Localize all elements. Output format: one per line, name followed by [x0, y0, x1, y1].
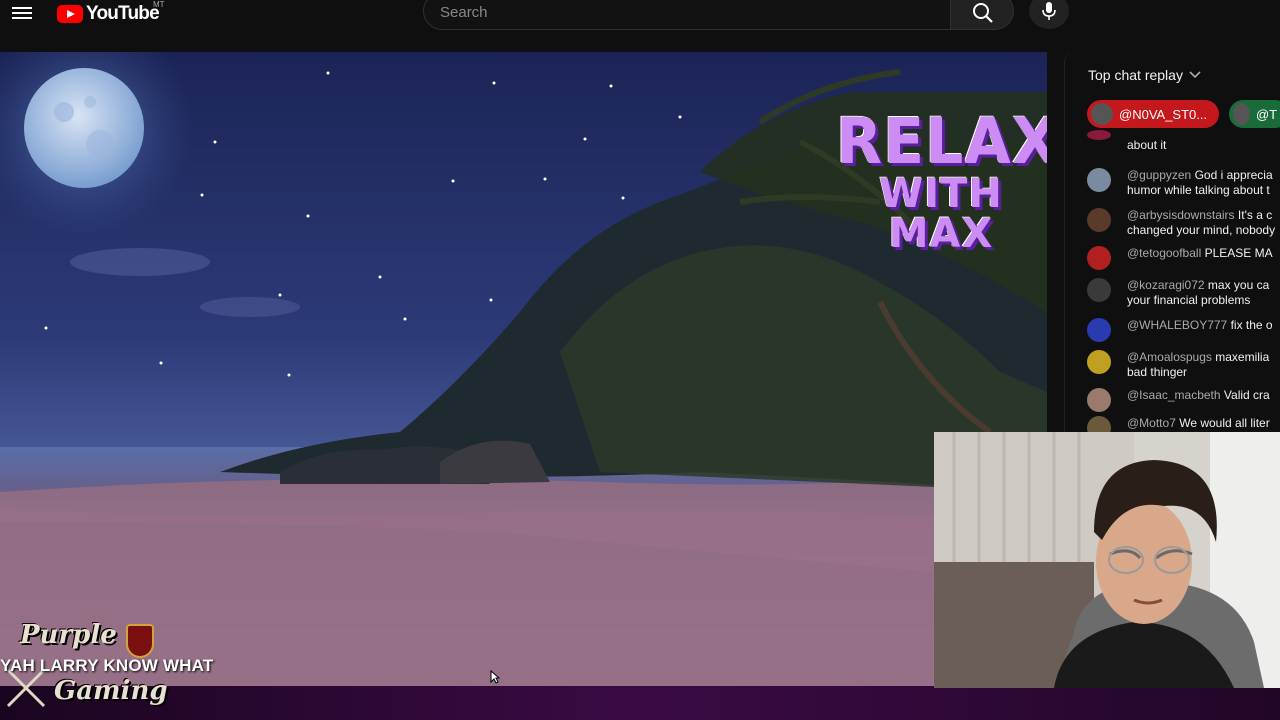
video-player[interactable]: RELAX WITH MAX — [0, 52, 1047, 686]
relax-with-max-overlay: RELAX WITH MAX — [836, 105, 1047, 257]
chat-message-body: @kozaragi072 max you ca your financial pr… — [1127, 278, 1280, 308]
chat-mode-label: Top chat replay — [1088, 67, 1183, 83]
chat-author[interactable]: @tetogoofball — [1127, 246, 1201, 260]
logo-text: YouTube — [86, 3, 160, 24]
chat-message-body: @tetogoofball PLEASE MA — [1127, 246, 1280, 261]
chat-author[interactable]: @Amoalospugs — [1127, 350, 1212, 364]
pinned-chip-name: @T — [1255, 106, 1278, 122]
avatar[interactable] — [1087, 388, 1111, 412]
avatar[interactable] — [1087, 278, 1111, 302]
chat-text: PLEASE MA — [1204, 246, 1273, 260]
avatar[interactable] — [1087, 168, 1111, 192]
search-input[interactable] — [440, 1, 920, 23]
chat-text: fix the o — [1230, 318, 1273, 332]
chat-message-body: about it — [1127, 138, 1280, 153]
chat-message-body: @Amoalospugs maxemilia bad thinger — [1127, 350, 1280, 380]
chat-text: It's a c — [1237, 208, 1273, 222]
chat-author[interactable]: @Motto7 — [1127, 416, 1176, 430]
avatar[interactable] — [1087, 208, 1111, 232]
chat-message-body: @arbysisdownstairs It's a c changed your … — [1127, 208, 1280, 238]
chat-message-body: @guppyzen God i apprecia humor while talk… — [1127, 168, 1280, 198]
chat-text-continued: humor while talking about t — [1127, 183, 1270, 197]
avatar[interactable] — [1087, 350, 1111, 374]
pinned-donation-chips: @N0VA_ST0... @T — [1087, 100, 1280, 128]
bottom-purple-strip — [0, 686, 1280, 720]
youtube-logo[interactable]: YouTube — [57, 2, 160, 26]
flame-shield-icon — [126, 624, 154, 658]
hamburger-menu-icon[interactable] — [12, 4, 32, 22]
mouse-cursor-icon — [490, 670, 500, 684]
chat-message-body: @Isaac_macbeth Valid cra — [1127, 388, 1280, 403]
watermark-line-1: Purple — [20, 620, 117, 650]
chat-author[interactable]: @WHALEBOY777 — [1127, 318, 1227, 332]
chat-message-body: @WHALEBOY777 fix the o — [1127, 318, 1280, 333]
video-caption: YAH LARRY KNOW WHAT — [0, 656, 214, 675]
chat-author[interactable]: @kozaragi072 — [1127, 278, 1205, 292]
chat-author[interactable]: @arbysisdownstairs — [1127, 208, 1235, 222]
watermark-line-2: Gaming — [54, 676, 168, 706]
chat-text-continued: your financial problems — [1127, 293, 1251, 307]
pinned-chip[interactable]: @N0VA_ST0... — [1087, 100, 1220, 128]
pinned-chip-name: @N0VA_ST0... — [1119, 106, 1208, 122]
chat-text: We would all liter — [1179, 416, 1270, 430]
search-button[interactable] — [950, 0, 1014, 30]
youtube-watch-page: YouTube MT Search RELAX WITH MAX Top cha… — [0, 0, 1280, 720]
chat-text: max you ca — [1207, 278, 1270, 292]
chat-author[interactable]: @Isaac_macbeth — [1127, 388, 1221, 402]
youtube-play-icon — [57, 5, 83, 23]
microphone-icon — [1042, 2, 1056, 20]
chat-text: Valid cra — [1223, 388, 1270, 402]
avatar[interactable] — [1087, 130, 1111, 140]
live-chat-replay: Top chat replay @N0VA_ST0... @T about it @… — [1064, 52, 1280, 434]
chat-text: God i apprecia — [1194, 168, 1273, 182]
voice-search-button[interactable] — [1029, 0, 1069, 29]
chat-message-body: @Motto7 We would all liter — [1127, 416, 1280, 431]
streamer-webcam — [934, 432, 1280, 688]
chat-text-continued: changed your mind, nobody — [1127, 223, 1276, 237]
chat-author[interactable]: @guppyzen — [1127, 168, 1191, 182]
chat-text: maxemilia — [1215, 350, 1270, 364]
avatar[interactable] — [1087, 318, 1111, 342]
avatar — [1233, 103, 1250, 125]
masthead: YouTube MT — [0, 0, 1280, 40]
brand-line-2: WITH MAX — [879, 171, 1003, 257]
search-icon — [973, 3, 993, 23]
chat-text-continued: bad thinger — [1127, 365, 1188, 379]
avatar — [1091, 103, 1113, 125]
logo-region-code: MT — [153, 0, 165, 9]
chevron-down-icon — [1189, 71, 1201, 79]
chat-mode-selector[interactable]: Top chat replay — [1088, 67, 1201, 83]
pinned-chip[interactable]: @T — [1229, 100, 1280, 128]
webcam-person — [934, 432, 1280, 688]
avatar[interactable] — [1087, 246, 1111, 270]
search-box — [423, 0, 951, 30]
chat-text: about it — [1127, 138, 1167, 152]
brand-line-1: RELAX — [836, 105, 1047, 179]
